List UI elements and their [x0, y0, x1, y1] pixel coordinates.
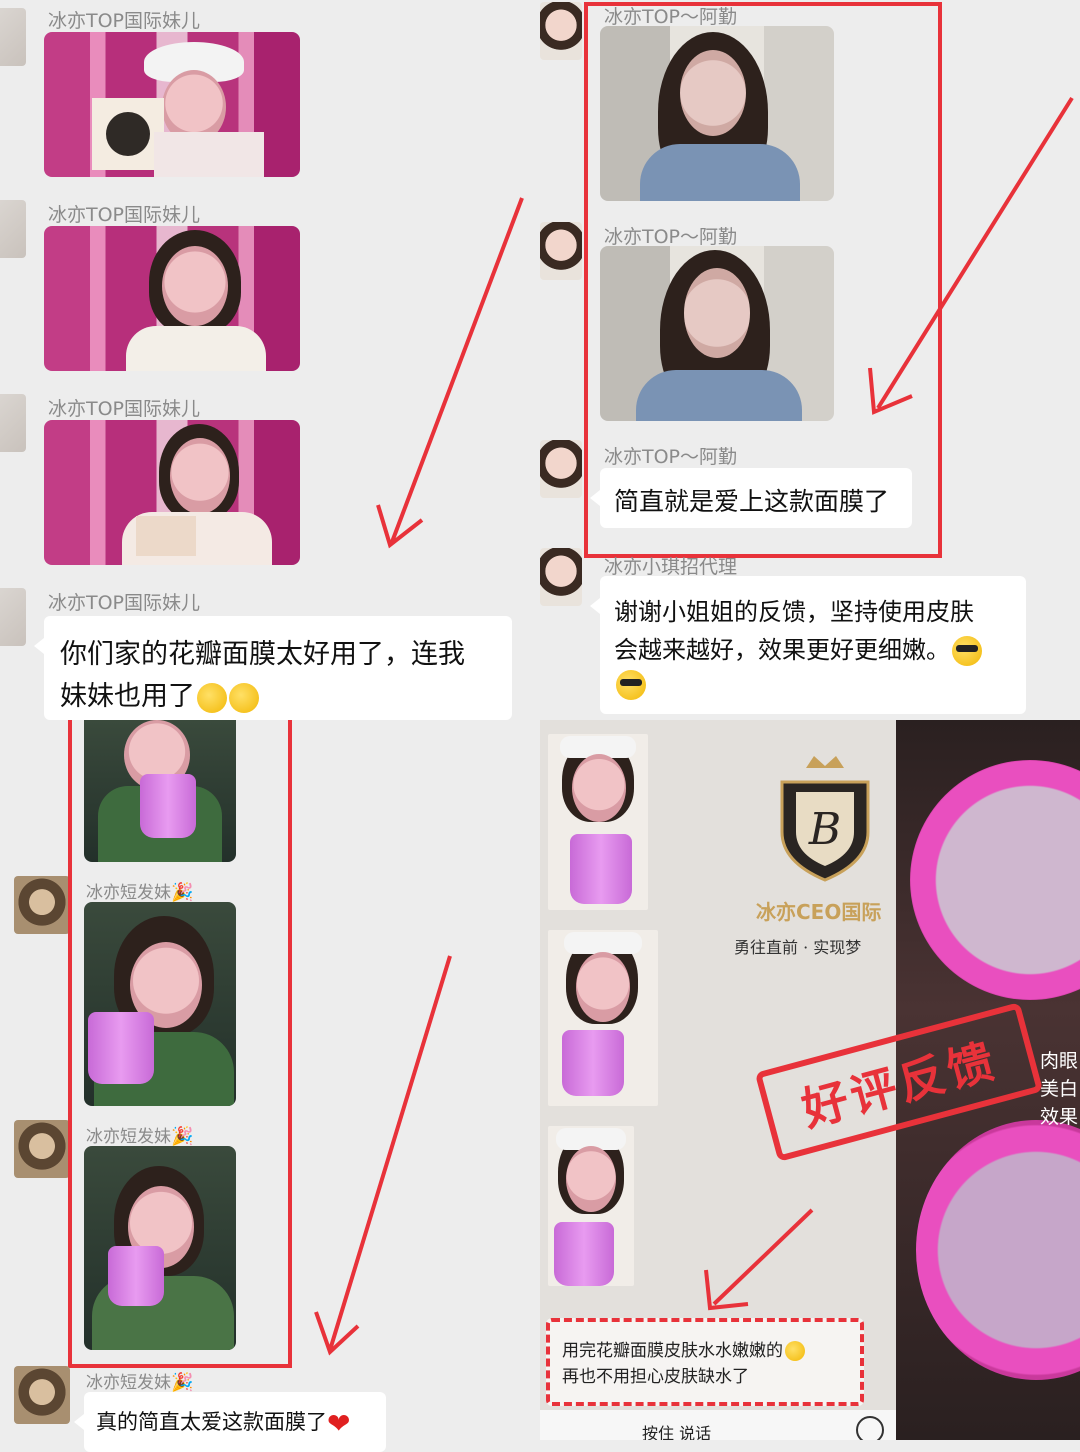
review-text: 用完花瓣面膜皮肤水水嫩嫩的: [562, 1341, 783, 1361]
side-text: 效果: [1039, 1106, 1078, 1128]
message-text: 会越来越好，效果更好更细嫩。: [614, 636, 950, 664]
message-text-row: 真的简直太爱这款面膜了❤: [96, 1406, 350, 1440]
message-text-line2: 会越来越好，效果更好更细嫩。: [614, 630, 982, 666]
message-text-line2: 妹妹也用了: [60, 674, 259, 713]
bottom-input-bar[interactable]: 按住 说话: [540, 1410, 896, 1440]
arrow-icon: [704, 1208, 814, 1311]
message-bubble[interactable]: 你们家的花瓣面膜太好用了，连我 妹妹也用了: [34, 616, 512, 720]
sender-name-text: 冰亦短发妹: [86, 1373, 171, 1393]
avatar[interactable]: [14, 876, 70, 934]
highlight-box: [68, 720, 292, 1368]
sender-name: 冰亦TOP国际妹儿: [48, 398, 201, 420]
message-text: 谢谢小姐姐的反馈，坚持使用皮肤: [614, 598, 974, 626]
left-chat-panel-2: 冰亦短发妹🎉 冰亦短发妹🎉 冰亦短发妹🎉 真的简直太爱这款面膜了❤: [0, 720, 540, 1452]
avatar[interactable]: [14, 1120, 70, 1178]
chat-photo[interactable]: [44, 420, 300, 565]
avatar[interactable]: [14, 1366, 70, 1424]
arrow-icon: [868, 96, 1074, 415]
hold-to-talk-label: 按住 说话: [642, 1424, 712, 1440]
thinking-emoji: [197, 682, 227, 713]
smile-emoji: [785, 1341, 805, 1361]
thinking-emoji: [229, 682, 259, 713]
avatar[interactable]: [540, 440, 582, 498]
sender-name: 冰亦TOP国际妹儿: [48, 204, 201, 226]
brand-slogan: 勇往直前 · 实现梦: [734, 938, 862, 957]
side-text: 肉眼: [1039, 1050, 1078, 1072]
avatar[interactable]: [0, 200, 26, 258]
left-chat-panel: 冰亦TOP国际妹儿 冰亦TOP国际妹儿 冰亦TOP国际妹儿 冰亦TOP国际妹儿 …: [0, 0, 540, 720]
crown-logo: B: [780, 756, 870, 882]
side-text: 美白: [1039, 1078, 1078, 1100]
review-photo[interactable]: [548, 930, 658, 1106]
sender-name: 冰亦TOP国际妹儿: [48, 10, 201, 32]
emoji-icon[interactable]: [856, 1416, 884, 1440]
chat-photo[interactable]: [44, 32, 300, 177]
chat-photo[interactable]: [44, 226, 300, 371]
avatar[interactable]: [540, 2, 582, 60]
arrow-icon: [376, 197, 524, 549]
sunglasses-emoji: [952, 636, 982, 666]
review-photo[interactable]: [548, 1126, 634, 1286]
avatar[interactable]: [0, 394, 26, 452]
brand-name: 冰亦CEO国际: [756, 900, 882, 924]
sender-name: 冰亦小琪招代理: [604, 556, 738, 578]
message-text: 真的简直太爱这款面膜了: [96, 1410, 327, 1434]
avatar[interactable]: [540, 222, 582, 280]
sunglasses-emoji: [616, 670, 646, 700]
review-box: 用完花瓣面膜皮肤水水嫩嫩的 再也不用担心皮肤缺水了: [546, 1318, 864, 1406]
heart-emoji: ❤: [327, 1406, 351, 1440]
message-bubble[interactable]: 真的简直太爱这款面膜了❤: [74, 1392, 386, 1452]
avatar[interactable]: [0, 588, 26, 646]
svg-text:B: B: [808, 804, 841, 855]
avatar[interactable]: [0, 8, 26, 66]
message-text: 妹妹也用了: [60, 681, 195, 712]
review-line: 用完花瓣面膜皮肤水水嫩嫩的: [562, 1336, 805, 1361]
promo-panel: 肉眼 美白 效果 B 冰亦CEO国际 勇往直前 · 实现梦 好评反馈 用完花瓣面…: [540, 720, 1080, 1440]
sender-name: 冰亦TOP国际妹儿: [48, 592, 201, 614]
avatar[interactable]: [540, 548, 582, 606]
right-chat-panel: 冰亦TOP～阿勤 冰亦TOP～阿勤 冰亦TOP～阿勤 简直就是爱上这款面膜了 冰…: [540, 0, 1080, 720]
review-text: 再也不用担心皮肤缺水了: [562, 1367, 749, 1387]
sender-name: 冰亦短发妹🎉: [86, 1368, 193, 1393]
message-text: 你们家的花瓣面膜太好用了，连我: [60, 639, 465, 670]
arrow-icon: [314, 955, 452, 1356]
message-bubble[interactable]: 谢谢小姐姐的反馈，坚持使用皮肤 会越来越好，效果更好更细嫩。: [590, 576, 1026, 714]
review-photo[interactable]: [548, 734, 648, 910]
party-emoji: 🎉: [171, 1372, 194, 1393]
